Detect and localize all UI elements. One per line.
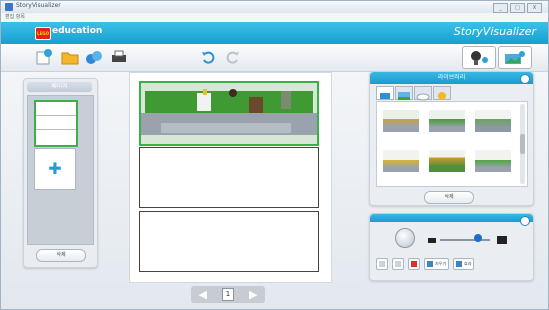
library-item[interactable]: [475, 150, 511, 172]
battery-low-icon: [428, 238, 436, 243]
library-tabs: [376, 86, 451, 101]
page-navigator: ◀ 1 ▶: [191, 286, 265, 303]
undo-icon: [202, 51, 215, 64]
tab-text[interactable]: [376, 86, 394, 100]
maximize-button[interactable]: □: [510, 3, 525, 13]
pages-delete-button[interactable]: 삭제: [36, 249, 86, 262]
camera-ball-icon: [395, 228, 415, 248]
menu-edit[interactable]: 편집 항목: [5, 13, 25, 20]
window-title: StoryVisualizer: [16, 2, 61, 9]
open-folder-button[interactable]: [61, 48, 79, 66]
comic-frame-1[interactable]: [139, 81, 319, 146]
tab-landscape[interactable]: [395, 86, 413, 100]
add-image-button[interactable]: [498, 46, 532, 69]
plus-icon: ✚: [48, 159, 62, 178]
collapse-icon[interactable]: [520, 216, 530, 226]
effect-label: 효과: [464, 261, 472, 266]
library-item[interactable]: [383, 150, 419, 172]
collapse-icon[interactable]: [520, 74, 530, 84]
window-controls: _ □ X: [493, 3, 542, 13]
library-grid: [376, 101, 528, 187]
erase-label: 지우기: [435, 261, 447, 266]
undo-button[interactable]: [201, 49, 215, 65]
library-delete-button[interactable]: 삭제: [424, 191, 474, 204]
education-label: education: [52, 26, 103, 36]
new-page-icon: [36, 49, 52, 65]
remove-button[interactable]: [408, 258, 420, 270]
current-page-number: 1: [221, 288, 234, 301]
redo-icon: [226, 51, 239, 64]
remove-icon: [411, 261, 417, 267]
erase-icon: [427, 261, 433, 267]
add-page-button[interactable]: ✚: [34, 148, 76, 190]
page-list: ✚: [27, 95, 94, 245]
paste-button[interactable]: [392, 258, 404, 270]
previous-page-button[interactable]: ◀: [199, 289, 207, 300]
erase-button[interactable]: 지우기: [424, 258, 450, 270]
library-item[interactable]: [383, 110, 419, 132]
audio-buttons: 지우기 효과: [376, 258, 475, 270]
app-window: StoryVisualizer _ □ X 편집 항목 LEGO educati…: [0, 0, 549, 310]
app-icon: [5, 3, 13, 11]
volume-slider-knob[interactable]: [474, 234, 482, 242]
image-add-icon: [505, 50, 525, 64]
microphone-icon: [471, 50, 488, 65]
comic-frame-2[interactable]: [139, 147, 319, 208]
redo-button[interactable]: [226, 49, 240, 65]
audio-panel-header: [370, 214, 533, 222]
lego-logo: LEGO: [35, 27, 51, 40]
product-name: StoryVisualizer: [453, 25, 536, 38]
library-title: 라이브러리: [370, 72, 533, 84]
copy-button[interactable]: [376, 258, 388, 270]
print-button[interactable]: [110, 48, 128, 66]
effect-icon: [456, 261, 463, 267]
tab-cloud[interactable]: [414, 86, 432, 101]
comic-page: [129, 72, 332, 283]
new-page-button[interactable]: [35, 48, 53, 66]
next-page-button[interactable]: ▶: [249, 289, 257, 300]
scroll-thumb[interactable]: [520, 134, 525, 154]
comic-frame-3[interactable]: [139, 211, 319, 272]
copy-icon: [379, 261, 385, 267]
paste-icon: [395, 261, 401, 267]
folder-icon: [61, 52, 79, 65]
close-button[interactable]: X: [527, 3, 542, 13]
minimize-button[interactable]: _: [493, 3, 508, 13]
tab-sun[interactable]: [433, 86, 451, 100]
pages-panel-title: 페이지: [27, 82, 92, 92]
effect-button[interactable]: 효과: [453, 258, 475, 270]
volume-slider[interactable]: [440, 239, 490, 241]
printer-icon: [112, 50, 126, 62]
audio-panel: 지우기 효과: [369, 213, 534, 281]
pages-panel: 페이지 ✚ 삭제: [23, 78, 98, 268]
title-bar: StoryVisualizer _ □ X: [1, 1, 548, 13]
library-item[interactable]: [429, 150, 465, 172]
page-thumbnail[interactable]: [34, 100, 78, 147]
share-button[interactable]: [85, 48, 103, 66]
lego-scene-image: [141, 83, 317, 144]
library-panel: 라이브러리 삭제: [369, 71, 534, 206]
record-button[interactable]: [462, 46, 496, 69]
library-item[interactable]: [475, 110, 511, 132]
menu-bar: 편집 항목: [1, 13, 548, 22]
share-icon: [86, 51, 102, 64]
library-scrollbar[interactable]: [520, 104, 525, 184]
battery-full-icon: [497, 236, 507, 244]
library-item[interactable]: [429, 110, 465, 132]
